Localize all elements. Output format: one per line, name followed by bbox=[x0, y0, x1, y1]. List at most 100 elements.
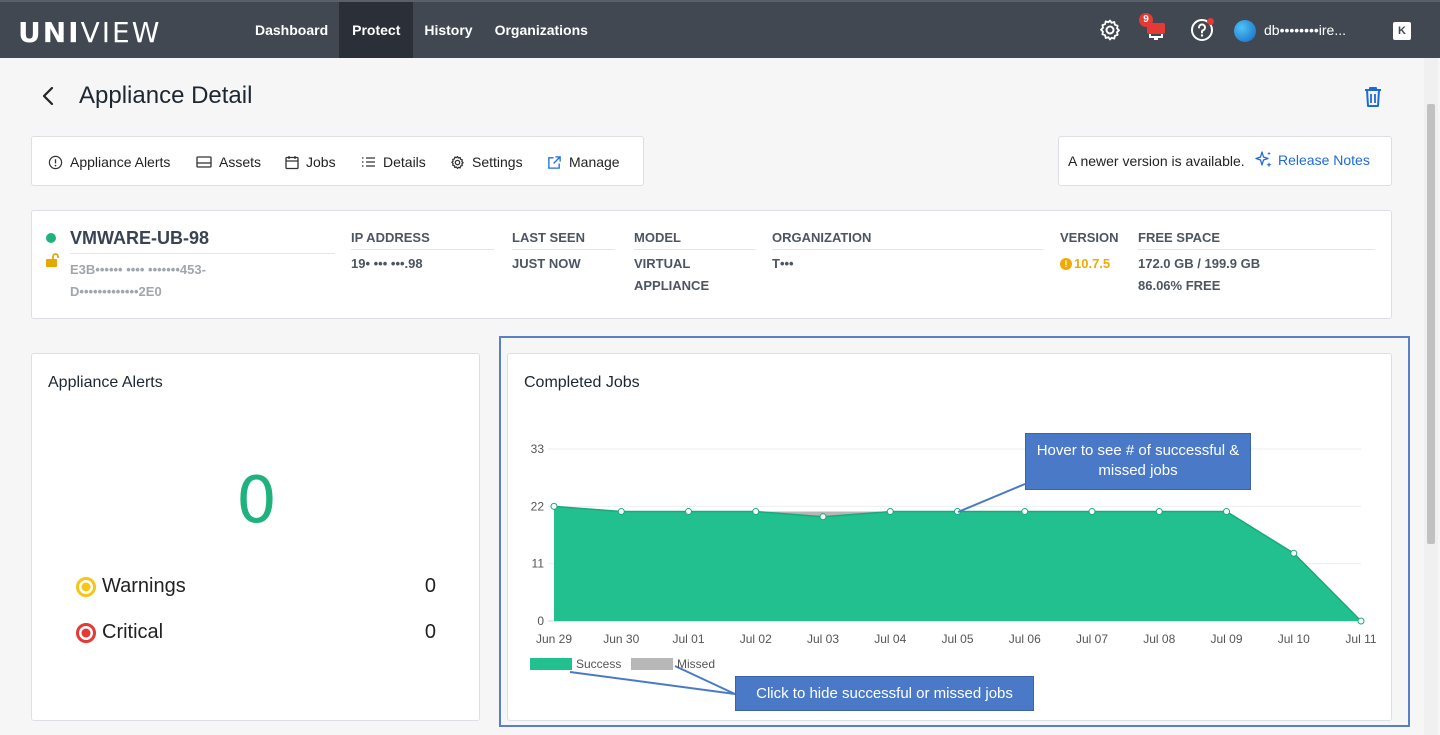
data-point-jul-01 bbox=[685, 508, 692, 516]
model-label: MODEL bbox=[634, 230, 681, 245]
critical-row[interactable]: Critical 0 bbox=[76, 621, 436, 645]
last-seen-divider bbox=[512, 249, 615, 250]
external-link-icon bbox=[548, 155, 561, 169]
tab-settings[interactable]: Settings bbox=[450, 152, 523, 172]
sparkle-icon bbox=[1255, 151, 1272, 168]
legend-missed[interactable]: Missed bbox=[631, 657, 715, 671]
data-point-jun-30 bbox=[617, 508, 625, 516]
main-nav: Dashboard Protect History Organizations bbox=[244, 2, 599, 58]
last-seen-label: LAST SEEN bbox=[512, 230, 585, 245]
notifications-badge: 9 bbox=[1139, 13, 1153, 27]
organization-divider bbox=[772, 249, 1043, 250]
nav-protect[interactable]: Protect bbox=[339, 2, 414, 58]
success-area bbox=[554, 506, 1361, 621]
version-value: ! 10.7.5 bbox=[1060, 253, 1110, 275]
tab-details[interactable]: Details bbox=[361, 152, 426, 172]
tab-jobs[interactable]: Jobs bbox=[285, 152, 336, 172]
data-point-jul-06 bbox=[1021, 508, 1029, 516]
release-notes-link[interactable]: Release Notes bbox=[1254, 150, 1370, 170]
legend-callout: Click to hide successful or missed jobs bbox=[735, 676, 1034, 711]
uniview-logo[interactable]: UNIVIEW bbox=[18, 16, 161, 49]
free-space-label: FREE SPACE bbox=[1138, 230, 1221, 245]
x-tick-label: Jul 08 bbox=[1143, 632, 1175, 646]
tab-appliance-alerts[interactable]: Appliance Alerts bbox=[48, 152, 170, 172]
back-chevron-icon[interactable] bbox=[38, 85, 58, 107]
legend-success[interactable]: Success bbox=[530, 657, 621, 671]
nav-history[interactable]: History bbox=[413, 2, 483, 58]
x-tick-label: Jul 06 bbox=[1009, 632, 1041, 646]
completed-jobs-card: Completed Jobs 0 11 22 33 Jun 29 Jun 30 Jul 01… bbox=[507, 353, 1392, 721]
warning-ring-icon bbox=[76, 577, 96, 597]
data-point-jul-09 bbox=[1223, 508, 1230, 516]
last-seen-value: JUST NOW bbox=[512, 256, 581, 271]
organization-value: T••• bbox=[772, 256, 794, 271]
data-point-jun-29 bbox=[550, 502, 558, 510]
update-warning-icon: ! bbox=[1060, 258, 1072, 270]
alerts-total: 0 bbox=[236, 464, 277, 538]
x-tick-label: Jun 29 bbox=[536, 632, 572, 646]
scroll-thumb[interactable] bbox=[1427, 104, 1435, 544]
notifications-bell-icon[interactable]: 9 bbox=[1139, 13, 1168, 42]
name-divider bbox=[70, 253, 335, 254]
x-tick-label: Jul 05 bbox=[941, 632, 973, 646]
x-tick-label: Jul 01 bbox=[672, 632, 704, 646]
data-point-jul-02 bbox=[752, 508, 760, 516]
x-tick-label: Jul 09 bbox=[1210, 632, 1242, 646]
model-divider bbox=[634, 249, 755, 250]
list-icon bbox=[362, 157, 375, 167]
free-space-divider bbox=[1138, 249, 1375, 250]
online-status-dot bbox=[46, 233, 56, 243]
trash-icon[interactable] bbox=[1362, 85, 1384, 109]
gear-icon bbox=[451, 155, 464, 169]
tab-assets[interactable]: Assets bbox=[196, 152, 261, 172]
x-tick-label: Jul 10 bbox=[1278, 632, 1310, 646]
alerts-card-title: Appliance Alerts bbox=[48, 374, 163, 391]
ip-address-label: IP ADDRESS bbox=[351, 230, 430, 245]
nav-organizations[interactable]: Organizations bbox=[484, 2, 599, 58]
y-tick-label: 33 bbox=[531, 442, 545, 456]
data-point-jul-04 bbox=[886, 508, 894, 516]
nav-dashboard[interactable]: Dashboard bbox=[244, 2, 339, 58]
avatar[interactable] bbox=[1234, 20, 1256, 42]
hover-callout: Hover to see # of successful & missed jo… bbox=[1025, 433, 1251, 490]
appliance-name: VMWARE-UB-98 bbox=[70, 228, 210, 248]
ip-address-value: 19• ••• •••.98 bbox=[351, 256, 423, 271]
new-version-banner: A newer version is available. Release No… bbox=[1058, 136, 1392, 186]
help-icon[interactable] bbox=[1190, 18, 1214, 42]
tab-manage[interactable]: Manage bbox=[547, 152, 620, 172]
x-tick-label: Jul 03 bbox=[807, 632, 839, 646]
appliance-id: E3B•••••• •••• •••••••453- D••••••••••••… bbox=[70, 262, 206, 299]
drive-icon bbox=[196, 156, 212, 168]
username[interactable]: db••••••••ire... bbox=[1264, 22, 1346, 38]
critical-ring-icon bbox=[76, 623, 96, 643]
legend-success-swatch bbox=[530, 658, 572, 670]
hover-callout-line bbox=[957, 483, 1026, 513]
warnings-row[interactable]: Warnings 0 bbox=[76, 575, 436, 599]
data-point-jul-08 bbox=[1155, 508, 1163, 516]
data-point-jul-07 bbox=[1088, 508, 1096, 516]
calendar-icon bbox=[285, 155, 299, 169]
ip-divider bbox=[351, 249, 494, 250]
free-space-value: 172.0 GB / 199.9 GB 86.06% FREE bbox=[1138, 256, 1261, 293]
detail-toolbar: Appliance Alerts Assets Jobs Details Set… bbox=[31, 136, 644, 186]
x-tick-label: Jul 07 bbox=[1076, 632, 1108, 646]
unlocked-icon bbox=[44, 252, 60, 268]
x-tick-label: Jul 11 bbox=[1345, 632, 1376, 646]
scrollbar[interactable] bbox=[1424, 58, 1438, 735]
settings-gear-icon[interactable] bbox=[1098, 18, 1122, 42]
y-tick-label: 22 bbox=[531, 499, 545, 513]
page-title: Appliance Detail bbox=[79, 82, 253, 109]
alert-circle-icon bbox=[48, 155, 63, 169]
new-version-text: A newer version is available. bbox=[1068, 153, 1245, 169]
x-tick-label: Jul 04 bbox=[874, 632, 906, 646]
help-dot bbox=[1207, 18, 1214, 25]
y-tick-label: 11 bbox=[532, 557, 545, 571]
k-app-button[interactable]: K bbox=[1393, 22, 1411, 40]
model-value: VIRTUAL APPLIANCE bbox=[634, 256, 710, 293]
data-point-jul-03 bbox=[819, 513, 827, 521]
y-tick-label: 0 bbox=[537, 614, 544, 628]
version-label: VERSION bbox=[1060, 230, 1119, 245]
appliance-info-card: VMWARE-UB-98 E3B•••••• •••• •••••••453- … bbox=[31, 210, 1392, 319]
organization-label: ORGANIZATION bbox=[772, 230, 872, 245]
data-point-jul-10 bbox=[1290, 549, 1298, 557]
